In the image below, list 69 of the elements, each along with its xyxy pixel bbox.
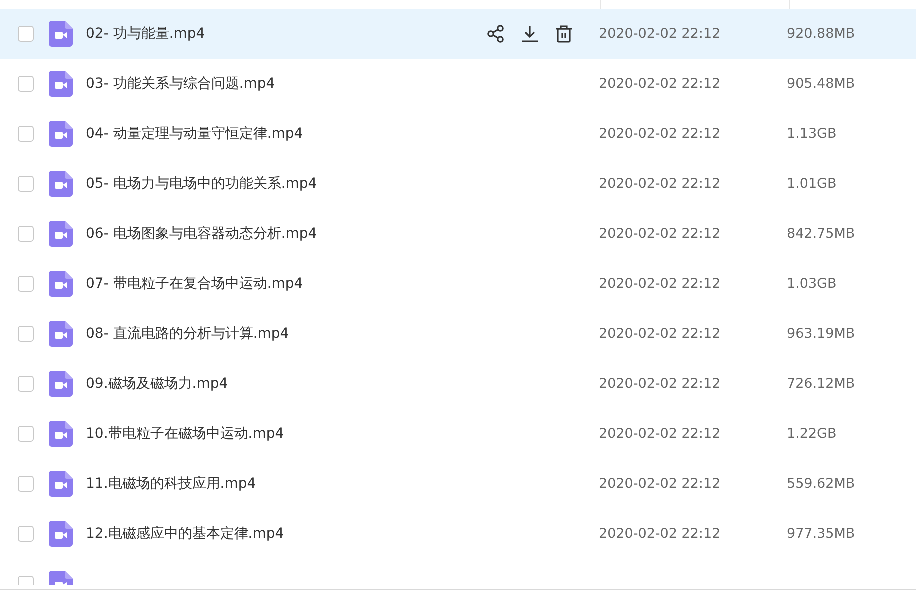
- modified-date: 2020-02-02 22:12: [599, 326, 721, 342]
- file-name[interactable]: 11.电磁场的科技应用.mp4: [86, 476, 256, 492]
- file-name[interactable]: 08- 直流电路的分析与计算.mp4: [86, 326, 290, 342]
- modified-date: 2020-02-02 22:12: [599, 376, 721, 392]
- file-name[interactable]: 03- 功能关系与综合问题.mp4: [86, 76, 276, 92]
- file-size: 920.88MB: [787, 26, 856, 42]
- checkbox[interactable]: [18, 276, 34, 292]
- file-size: 963.19MB: [787, 326, 856, 342]
- video-file-icon: [49, 121, 73, 147]
- checkbox[interactable]: [18, 426, 34, 442]
- file-name[interactable]: 06- 电场图象与电容器动态分析.mp4: [86, 226, 318, 242]
- video-file-icon: [49, 21, 73, 47]
- file-row[interactable]: 12.电磁感应中的基本定律.mp4 2020-02-02 22:12 977.35MB: [0, 509, 916, 559]
- checkbox[interactable]: [18, 326, 34, 342]
- video-file-icon: [49, 171, 73, 197]
- video-file-icon: [49, 271, 73, 297]
- file-size: 977.35MB: [787, 526, 856, 542]
- file-size: 842.75MB: [787, 226, 856, 242]
- file-name[interactable]: 12.电磁感应中的基本定律.mp4: [86, 526, 284, 542]
- file-size: 1.13GB: [787, 126, 837, 142]
- file-row[interactable]: 08- 直流电路的分析与计算.mp4 2020-02-02 22:12 963.19MB: [0, 309, 916, 359]
- file-row[interactable]: 02- 功与能量.mp4 2020-02-02 22:12 920.88MB: [0, 9, 916, 59]
- video-file-icon: [49, 421, 73, 447]
- file-row[interactable]: 09.磁场及磁场力.mp4 2020-02-02 22:12 726.12MB: [0, 359, 916, 409]
- checkbox[interactable]: [18, 76, 34, 92]
- modified-date: 2020-02-02 22:12: [599, 226, 721, 242]
- file-name[interactable]: 07- 带电粒子在复合场中运动.mp4: [86, 276, 304, 292]
- download-icon[interactable]: [520, 24, 540, 44]
- modified-date: 2020-02-02 22:12: [599, 126, 721, 142]
- modified-date: 2020-02-02 22:12: [599, 426, 721, 442]
- modified-date: 2020-02-02 22:12: [599, 176, 721, 192]
- file-row[interactable]: 05- 电场力与电场中的功能关系.mp4 2020-02-02 22:12 1.01GB: [0, 159, 916, 209]
- file-row[interactable]: 11.电磁场的科技应用.mp4 2020-02-02 22:12 559.62MB: [0, 459, 916, 509]
- file-size: 726.12MB: [787, 376, 856, 392]
- checkbox[interactable]: [18, 126, 34, 142]
- file-size: 1.03GB: [787, 276, 837, 292]
- file-name[interactable]: 02- 功与能量.mp4: [86, 26, 206, 42]
- video-file-icon: [49, 71, 73, 97]
- file-name[interactable]: 05- 电场力与电场中的功能关系.mp4: [86, 176, 318, 192]
- video-file-icon: [49, 221, 73, 247]
- checkbox[interactable]: [18, 226, 34, 242]
- file-name[interactable]: 10.带电粒子在磁场中运动.mp4: [86, 426, 284, 442]
- video-file-icon: [49, 521, 73, 547]
- modified-date: 2020-02-02 22:12: [599, 476, 721, 492]
- video-file-icon: [49, 471, 73, 497]
- file-row[interactable]: 06- 电场图象与电容器动态分析.mp4 2020-02-02 22:12 842.75MB: [0, 209, 916, 259]
- file-row[interactable]: 10.带电粒子在磁场中运动.mp4 2020-02-02 22:12 1.22GB: [0, 409, 916, 459]
- video-file-icon: [49, 371, 73, 397]
- delete-icon[interactable]: [554, 24, 574, 44]
- share-icon[interactable]: [486, 24, 506, 44]
- modified-date: 2020-02-02 22:12: [599, 526, 721, 542]
- checkbox[interactable]: [18, 526, 34, 542]
- file-name[interactable]: 09.磁场及磁场力.mp4: [86, 376, 228, 392]
- file-name[interactable]: 04- 动量定理与动量守恒定律.mp4: [86, 126, 304, 142]
- checkbox[interactable]: [18, 476, 34, 492]
- file-size: 559.62MB: [787, 476, 856, 492]
- checkbox[interactable]: [18, 26, 34, 42]
- modified-date: 2020-02-02 22:12: [599, 276, 721, 292]
- modified-date: 2020-02-02 22:12: [599, 26, 721, 42]
- file-size: 1.22GB: [787, 426, 837, 442]
- file-row[interactable]: 07- 带电粒子在复合场中运动.mp4 2020-02-02 22:12 1.03GB: [0, 259, 916, 309]
- file-row[interactable]: 04- 动量定理与动量守恒定律.mp4 2020-02-02 22:12 1.13GB: [0, 109, 916, 159]
- file-size: 1.01GB: [787, 176, 837, 192]
- file-size: 905.48MB: [787, 76, 856, 92]
- file-row[interactable]: 03- 功能关系与综合问题.mp4 2020-02-02 22:12 905.48MB: [0, 59, 916, 109]
- checkbox[interactable]: [18, 176, 34, 192]
- modified-date: 2020-02-02 22:12: [599, 76, 721, 92]
- checkbox[interactable]: [18, 376, 34, 392]
- video-file-icon: [49, 321, 73, 347]
